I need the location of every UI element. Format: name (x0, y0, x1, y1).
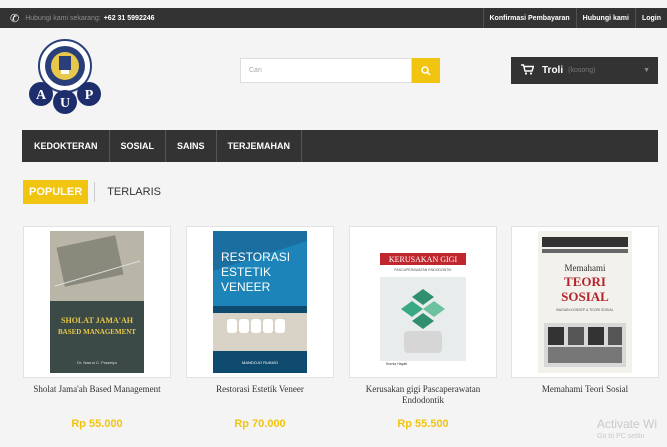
product-name[interactable]: Restorasi Estetik Veneer (186, 384, 334, 408)
product-image-card[interactable]: SHOLAT JAMA'AH BASED MANAGEMENT Dr. Nasr… (23, 226, 171, 378)
svg-text:P: P (85, 88, 94, 103)
svg-text:A: A (36, 88, 47, 103)
site-logo[interactable]: A U P (24, 38, 106, 118)
svg-text:Kurnia Hayati: Kurnia Hayati (386, 362, 407, 366)
book-cover: RESTORASI ESTETIK VENEER MANDOJO RUKMO (213, 231, 307, 373)
product-item[interactable]: SHOLAT JAMA'AH BASED MANAGEMENT Dr. Nasr… (23, 226, 171, 430)
category-nav: KEDOKTERAN SOSIAL SAINS TERJEMAHAN (22, 130, 658, 162)
product-name[interactable]: Kerusakan gigi Pascaperawatan Endodontik (349, 384, 497, 408)
svg-text:BAGIAN KONSEP & TEORI SOSIAL: BAGIAN KONSEP & TEORI SOSIAL (556, 308, 613, 312)
search-input[interactable] (240, 58, 412, 83)
svg-text:Memahami: Memahami (565, 263, 606, 273)
book-cover: KERUSAKAN GIGI PASCAPERAWATAN ENDODONTIK… (376, 231, 470, 373)
activation-watermark: Activate Wi Go to PC settin (597, 417, 657, 440)
cart-status: (kosong) (568, 67, 596, 74)
watermark-title: Activate Wi (597, 417, 658, 431)
product-image-card[interactable]: Memahami TEORI SOSIAL BAGIAN KONSEP & TE… (511, 226, 659, 378)
svg-text:PASCAPERAWATAN ENDODONTIK: PASCAPERAWATAN ENDODONTIK (394, 268, 452, 272)
product-price: Rp 55.000 (71, 418, 123, 430)
svg-text:BASED MANAGEMENT: BASED MANAGEMENT (58, 328, 136, 336)
product-image-card[interactable]: KERUSAKAN GIGI PASCAPERAWATAN ENDODONTIK… (349, 226, 497, 378)
top-bar: ✆ Hubungi kami sekarang: +62 31 5992246 … (0, 8, 667, 28)
svg-text:VENEER: VENEER (221, 280, 271, 294)
nav-item-terjemahan[interactable]: TERJEMAHAN (217, 130, 303, 162)
search-icon (421, 65, 431, 76)
search-bar (240, 58, 440, 83)
svg-text:SHOLAT JAMA'AH: SHOLAT JAMA'AH (61, 316, 134, 325)
payment-confirmation-link[interactable]: Konfirmasi Pembayaran (482, 8, 576, 28)
tab-populer[interactable]: POPULER (23, 180, 89, 204)
cart-button[interactable]: Troli (kosong) ▼ (511, 57, 658, 84)
product-item[interactable]: RESTORASI ESTETIK VENEER MANDOJO RUKMO R… (186, 226, 334, 430)
svg-text:KERUSAKAN GIGI: KERUSAKAN GIGI (389, 255, 458, 264)
svg-text:Dr. Nasrul C. Prasetyo: Dr. Nasrul C. Prasetyo (77, 360, 118, 365)
contact-us-link[interactable]: Hubungi kami (575, 8, 635, 28)
product-name[interactable]: Sholat Jama'ah Based Management (23, 384, 171, 408)
nav-item-kedokteran[interactable]: KEDOKTERAN (22, 130, 110, 162)
product-image-card[interactable]: RESTORASI ESTETIK VENEER MANDOJO RUKMO (186, 226, 334, 378)
product-price: Rp 70.000 (234, 418, 286, 430)
phone-label: Hubungi kami sekarang: (25, 14, 101, 22)
phone-icon: ✆ (10, 12, 20, 25)
tab-terlaris[interactable]: TERLARIS (101, 180, 167, 204)
contact-info: ✆ Hubungi kami sekarang: +62 31 5992246 (0, 12, 155, 25)
product-name[interactable]: Memahami Teori Sosial (511, 384, 659, 408)
svg-text:TEORI: TEORI (564, 274, 606, 289)
nav-item-sosial[interactable]: SOSIAL (110, 130, 167, 162)
chevron-down-icon: ▼ (643, 67, 650, 74)
svg-text:U: U (60, 96, 70, 111)
search-button[interactable] (412, 58, 440, 83)
phone-number: +62 31 5992246 (103, 14, 155, 22)
svg-text:RESTORASI: RESTORASI (221, 250, 290, 264)
svg-text:ESTETIK: ESTETIK (221, 265, 271, 279)
tab-divider (94, 182, 96, 202)
cart-label: Troli (542, 65, 564, 76)
cart-icon (521, 63, 535, 78)
book-cover: Memahami TEORI SOSIAL BAGIAN KONSEP & TE… (538, 231, 632, 373)
book-cover: SHOLAT JAMA'AH BASED MANAGEMENT Dr. Nasr… (50, 231, 144, 373)
product-tabs: POPULER TERLARIS (23, 180, 167, 204)
product-item[interactable]: KERUSAKAN GIGI PASCAPERAWATAN ENDODONTIK… (349, 226, 497, 430)
product-price: Rp 55.500 (397, 418, 449, 430)
login-link[interactable]: Login (634, 8, 667, 28)
svg-text:MANDOJO RUKMO: MANDOJO RUKMO (242, 360, 278, 365)
nav-item-sains[interactable]: SAINS (166, 130, 217, 162)
product-item[interactable]: Memahami TEORI SOSIAL BAGIAN KONSEP & TE… (511, 226, 659, 418)
svg-text:SOSIAL: SOSIAL (561, 289, 609, 304)
watermark-subtitle: Go to PC settin (597, 433, 645, 440)
top-links: Konfirmasi Pembayaran Hubungi kami Login (482, 8, 667, 28)
